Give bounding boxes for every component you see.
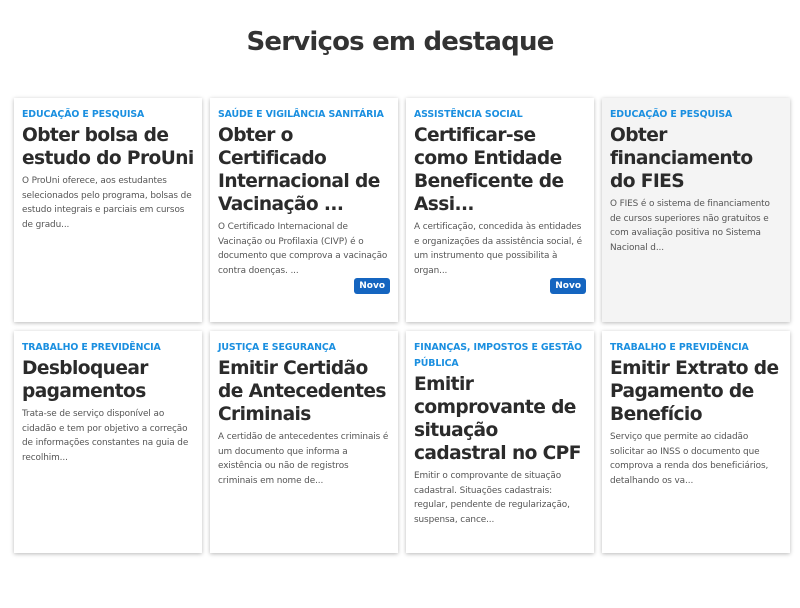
service-category[interactable]: EDUCAÇÃO E PESQUISA [22, 107, 194, 123]
service-card[interactable]: EDUCAÇÃO E PESQUISA Obter bolsa de estud… [14, 98, 202, 322]
service-card[interactable]: SAÚDE E VIGILÂNCIA SANITÁRIA Obter o Cer… [210, 98, 398, 322]
service-category[interactable]: TRABALHO E PREVIDÊNCIA [22, 340, 194, 356]
service-description: Emitir o comprovante de situação cadastr… [414, 471, 570, 525]
service-category[interactable]: TRABALHO E PREVIDÊNCIA [610, 340, 782, 356]
service-description: O ProUni oferece, aos estudantes selecio… [22, 176, 192, 230]
service-description: A certidão de antecedentes criminais é u… [218, 432, 389, 486]
service-title[interactable]: Emitir comprovante de situação cadastral… [414, 373, 586, 465]
service-title[interactable]: Certificar-se como Entidade Beneficente … [414, 124, 586, 216]
service-card[interactable]: ASSISTÊNCIA SOCIAL Certificar-se como En… [406, 98, 594, 322]
service-title[interactable]: Desbloquear pagamentos [22, 357, 194, 403]
service-title[interactable]: Emitir Certidão de Antecedentes Criminai… [218, 357, 390, 426]
service-description: Trata-se de serviço disponível ao cidadã… [22, 409, 189, 463]
service-card[interactable]: JUSTIÇA E SEGURANÇA Emitir Certidão de A… [210, 331, 398, 553]
service-category[interactable]: ASSISTÊNCIA SOCIAL [414, 107, 586, 123]
service-card[interactable]: TRABALHO E PREVIDÊNCIA Desbloquear pagam… [14, 331, 202, 553]
page-title: Serviços em destaque [246, 27, 554, 57]
service-card[interactable]: TRABALHO E PREVIDÊNCIA Emitir Extrato de… [602, 331, 790, 553]
service-description: O FIES é o sistema de financiamento de c… [610, 199, 770, 253]
service-category[interactable]: FINANÇAS, IMPOSTOS E GESTÃO PÚBLICA [414, 340, 586, 372]
new-badge: Novo [550, 278, 586, 294]
service-category[interactable]: SAÚDE E VIGILÂNCIA SANITÁRIA [218, 107, 390, 123]
service-description: Serviço que permite ao cidadão solicitar… [610, 432, 769, 486]
service-title[interactable]: Obter o Certificado Internacional de Vac… [218, 124, 390, 216]
service-card[interactable]: FINANÇAS, IMPOSTOS E GESTÃO PÚBLICA Emit… [406, 331, 594, 553]
service-description: A certificação, concedida às entidades e… [414, 222, 583, 276]
service-card[interactable]: EDUCAÇÃO E PESQUISA Obter financiamento … [602, 98, 790, 322]
service-title[interactable]: Obter financiamento do FIES [610, 124, 782, 193]
new-badge: Novo [354, 278, 390, 294]
service-description: O Certificado Internacional de Vacinação… [218, 222, 388, 276]
service-title[interactable]: Obter bolsa de estudo do ProUni [22, 124, 194, 170]
service-category[interactable]: EDUCAÇÃO E PESQUISA [610, 107, 782, 123]
service-title[interactable]: Emitir Extrato de Pagamento de Benefício [610, 357, 782, 426]
service-category[interactable]: JUSTIÇA E SEGURANÇA [218, 340, 390, 356]
